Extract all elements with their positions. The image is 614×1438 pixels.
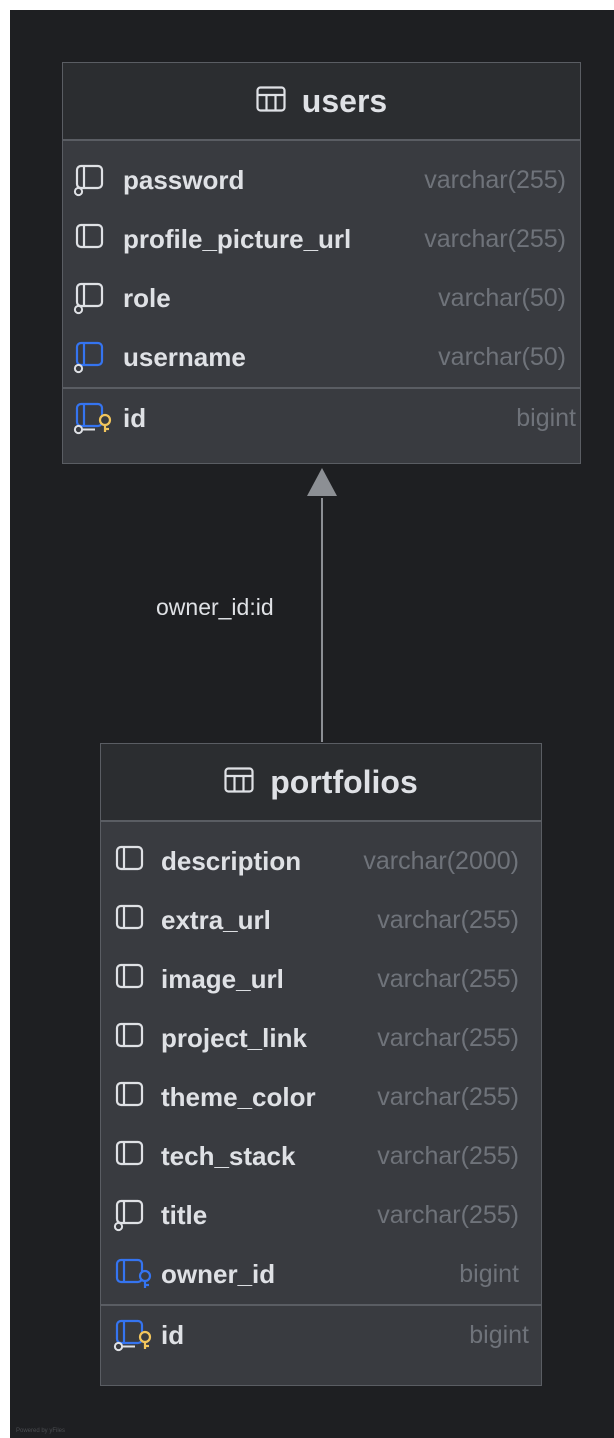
field-type: varchar(2000) xyxy=(363,847,519,875)
column-not-null-icon xyxy=(73,163,119,197)
field-type: varchar(255) xyxy=(424,225,566,253)
field-name: profile_picture_url xyxy=(123,224,352,254)
field-type: varchar(255) xyxy=(377,965,519,993)
field-name: tech_stack xyxy=(161,1141,296,1171)
entity-portfolios[interactable]: portfolios description varchar(2000) extra… xyxy=(100,743,542,1386)
entity-title: users xyxy=(301,82,388,119)
column-icon xyxy=(113,903,159,937)
primary-key-section: id bigint xyxy=(101,1304,541,1365)
field-list: password varchar(255) profile_picture_url v… xyxy=(63,141,580,387)
diagram-canvas: owner_id:id users password varchar(255) pr… xyxy=(10,10,614,1438)
field-name: description xyxy=(161,846,302,876)
relationship-arrowhead xyxy=(307,468,337,496)
field-row[interactable]: profile_picture_url varchar(255) xyxy=(63,210,580,269)
field-type: varchar(255) xyxy=(377,1142,519,1170)
field-name: role xyxy=(123,283,171,313)
field-row[interactable]: password varchar(255) xyxy=(63,151,580,210)
column-icon xyxy=(113,844,159,878)
field-name: owner_id xyxy=(161,1259,276,1289)
column-icon xyxy=(113,1021,159,1055)
field-row[interactable]: theme_color varchar(255) xyxy=(101,1068,541,1127)
field-name: image_url xyxy=(161,964,284,994)
field-name: extra_url xyxy=(161,905,271,935)
column-icon xyxy=(113,1139,159,1173)
field-name: password xyxy=(123,165,245,195)
primary-key-row[interactable]: id bigint xyxy=(101,1306,541,1365)
table-icon xyxy=(256,83,286,120)
field-list: description varchar(2000) extra_url varchar… xyxy=(101,822,541,1304)
field-row[interactable]: username varchar(50) xyxy=(63,328,580,387)
primary-key-icon xyxy=(73,401,119,435)
field-row[interactable]: description varchar(2000) xyxy=(101,832,541,891)
field-row[interactable]: tech_stack varchar(255) xyxy=(101,1127,541,1186)
entity-header: users xyxy=(63,63,580,141)
entity-header: portfolios xyxy=(101,744,541,822)
field-type: bigint xyxy=(459,1260,519,1288)
field-type: varchar(50) xyxy=(438,343,566,371)
field-name: project_link xyxy=(161,1023,307,1053)
primary-key-section: id bigint xyxy=(63,387,580,448)
field-row[interactable]: project_link varchar(255) xyxy=(101,1009,541,1068)
field-type: varchar(255) xyxy=(377,906,519,934)
column-icon xyxy=(113,1080,159,1114)
field-row[interactable]: extra_url varchar(255) xyxy=(101,891,541,950)
field-type: varchar(255) xyxy=(377,1201,519,1229)
unique-column-icon xyxy=(73,340,119,374)
field-type: varchar(255) xyxy=(377,1024,519,1052)
table-icon xyxy=(224,764,254,801)
field-type: varchar(255) xyxy=(424,166,566,194)
field-type: varchar(50) xyxy=(438,284,566,312)
field-name: id xyxy=(123,403,147,433)
field-row[interactable]: title varchar(255) xyxy=(101,1186,541,1245)
primary-key-row[interactable]: id bigint xyxy=(63,389,580,448)
diagram-credit: Powered by yFiles xyxy=(16,1428,66,1434)
entity-users[interactable]: users password varchar(255) profile_pictur… xyxy=(62,62,581,464)
column-icon xyxy=(73,222,119,256)
field-name: id xyxy=(161,1320,185,1350)
field-type: varchar(255) xyxy=(377,1083,519,1111)
field-name: title xyxy=(161,1200,208,1230)
column-not-null-icon xyxy=(113,1198,159,1232)
primary-key-icon xyxy=(113,1318,159,1352)
relationship-label: owner_id:id xyxy=(156,594,274,620)
field-name: theme_color xyxy=(161,1082,316,1112)
field-type: bigint xyxy=(469,1321,529,1349)
field-row[interactable]: owner_id bigint xyxy=(101,1245,541,1304)
foreign-key-icon xyxy=(113,1257,159,1291)
field-name: username xyxy=(123,342,246,372)
field-type: bigint xyxy=(516,404,576,432)
field-row[interactable]: image_url varchar(255) xyxy=(101,950,541,1009)
column-icon xyxy=(113,962,159,996)
field-row[interactable]: role varchar(50) xyxy=(63,269,580,328)
column-not-null-icon xyxy=(73,281,119,315)
entity-title: portfolios xyxy=(270,763,418,800)
